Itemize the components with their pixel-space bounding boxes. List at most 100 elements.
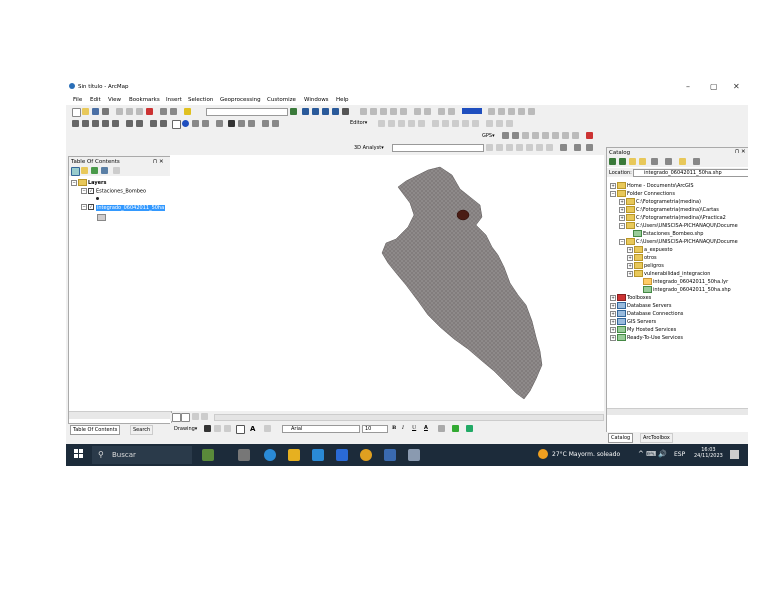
hyperlink-icon[interactable] — [192, 120, 199, 127]
cut-icon[interactable] — [116, 108, 123, 115]
tool-g-icon[interactable] — [438, 108, 445, 115]
tool-a-icon[interactable] — [370, 108, 377, 115]
tool-k-icon[interactable] — [508, 108, 515, 115]
layer-integrado[interactable]: − ✓ integrado_06042011_50ha — [81, 204, 166, 211]
split-icon[interactable] — [462, 120, 469, 127]
catalog-item-ready[interactable]: + Ready-To-Use Services — [610, 334, 683, 341]
font-select[interactable]: Arial — [282, 425, 360, 433]
arcmap-taskbar-icon[interactable] — [384, 449, 396, 461]
collapse-icon[interactable]: − — [81, 188, 87, 194]
drawing-dropdown[interactable]: Drawing▾ — [174, 426, 197, 432]
catalog-item-estaciones-shp[interactable]: Estaciones_Bombeo.shp — [633, 230, 703, 237]
gps-d-icon[interactable] — [532, 132, 539, 139]
full-extent-icon[interactable] — [102, 120, 109, 127]
bold-button[interactable]: B — [392, 425, 396, 431]
create-features-icon[interactable] — [506, 120, 513, 127]
3d-analyst-dropdown[interactable]: 3D Analyst▾ — [354, 145, 384, 151]
new-icon[interactable] — [72, 108, 81, 117]
tab-catalog[interactable]: Catalog — [608, 433, 634, 443]
catalog-window-icon[interactable] — [312, 108, 319, 115]
weather-icon[interactable] — [538, 449, 548, 459]
windows-start-icon[interactable] — [74, 449, 84, 459]
arctoolbox-icon[interactable] — [332, 108, 339, 115]
gps-c-icon[interactable] — [522, 132, 529, 139]
line-tool-icon[interactable] — [264, 425, 271, 432]
menu-insert[interactable]: Insert — [166, 97, 182, 103]
3d-a-icon[interactable] — [486, 144, 493, 151]
layer-visible-checkbox[interactable]: ✓ — [88, 188, 94, 194]
italic-button[interactable]: I — [402, 425, 404, 431]
menu-customize[interactable]: Customize — [267, 97, 296, 103]
edit-annotation-icon[interactable] — [388, 120, 395, 127]
catalog-item-home[interactable]: + Home - Documents\ArcGIS — [610, 182, 694, 189]
copy-icon[interactable] — [126, 108, 133, 115]
3d-h-icon[interactable] — [560, 144, 567, 151]
zoom-whole-page-icon[interactable] — [224, 425, 231, 432]
gps-a-icon[interactable] — [502, 132, 509, 139]
layer-estaciones[interactable]: − ✓ Estaciones_Bombeo — [81, 188, 146, 195]
chrome-icon[interactable] — [360, 449, 372, 461]
location-input[interactable]: integrado_06042011_50ha.shp — [633, 169, 748, 177]
file-explorer-icon[interactable] — [288, 449, 300, 461]
map-horizontal-scrollbar[interactable] — [214, 414, 604, 421]
fixed-zoom-in-icon[interactable] — [112, 120, 119, 127]
menu-help[interactable]: Help — [336, 97, 349, 103]
back-icon[interactable] — [126, 120, 133, 127]
go-to-xy-icon[interactable] — [248, 120, 255, 127]
editor-toolbar-icon[interactable] — [290, 108, 297, 115]
catalog-item-gis-servers[interactable]: + GIS Servers — [610, 318, 656, 325]
refresh-icon[interactable] — [192, 413, 199, 420]
tab-table-of-contents[interactable]: Table Of Contents — [70, 425, 121, 435]
layers-node[interactable]: − Layers — [71, 179, 107, 186]
menu-selection[interactable]: Selection — [188, 97, 213, 103]
app-icon[interactable] — [408, 449, 420, 461]
straight-segment-icon[interactable] — [398, 120, 405, 127]
minimize-button[interactable]: – — [686, 82, 690, 91]
list-by-selection-icon[interactable] — [101, 167, 108, 174]
line-color-icon[interactable] — [452, 425, 459, 432]
catalog-item-practica2[interactable]: + C:\Fotogrametria(medina)\Practica2 — [619, 214, 726, 221]
toc-window-icon[interactable] — [302, 108, 309, 115]
tool-e-icon[interactable] — [414, 108, 421, 115]
pan-icon[interactable] — [92, 120, 99, 127]
collapse-icon[interactable]: − — [71, 179, 77, 186]
python-icon[interactable] — [342, 108, 349, 115]
3d-j-icon[interactable] — [586, 144, 593, 151]
weather-text[interactable]: 27°C Mayorm. soleado — [552, 451, 620, 458]
scale-box[interactable] — [206, 108, 288, 116]
3d-b-icon[interactable] — [496, 144, 503, 151]
options-icon[interactable] — [679, 158, 686, 165]
toc-options-icon[interactable] — [113, 167, 120, 174]
menu-geoprocessing[interactable]: Geoprocessing — [220, 97, 261, 103]
catalog-item-cartas[interactable]: + C:\Fotogrametria(medina)\Cartas — [619, 206, 719, 213]
sketch-properties-icon[interactable] — [496, 120, 503, 127]
connect-folder-icon[interactable] — [651, 158, 658, 165]
gps-h-icon[interactable] — [572, 132, 579, 139]
3d-g-icon[interactable] — [546, 144, 553, 151]
edge-icon[interactable] — [264, 449, 276, 461]
notification-icon[interactable] — [730, 450, 739, 459]
editor-dropdown[interactable]: Editor▾ — [350, 120, 367, 126]
time-slider-icon[interactable] — [262, 120, 269, 127]
map-view[interactable] — [170, 155, 604, 411]
catalog-pin-close-icon[interactable]: ⊓ ✕ — [735, 149, 746, 155]
mail-icon[interactable] — [336, 449, 348, 461]
font-color-button[interactable]: A — [424, 425, 428, 431]
clock[interactable]: 16:03 24/11/2023 — [694, 447, 723, 459]
flag-icon[interactable] — [586, 132, 593, 139]
underline-button[interactable]: U — [412, 425, 416, 431]
edit-tool-icon[interactable] — [378, 120, 385, 127]
edit-vertices-icon[interactable] — [432, 120, 439, 127]
pause-icon[interactable] — [201, 413, 208, 420]
gps-f-icon[interactable] — [552, 132, 559, 139]
catalog-item-db-servers[interactable]: + Database Servers — [610, 302, 671, 309]
layer-color-swatch[interactable] — [462, 108, 482, 114]
tool-f-icon[interactable] — [424, 108, 431, 115]
zoom-out-icon[interactable] — [82, 120, 89, 127]
maximize-button[interactable]: ▢ — [710, 82, 718, 91]
catalog-item-a-expuesto[interactable]: + a_expuesto — [627, 246, 673, 253]
menu-windows[interactable]: Windows — [304, 97, 329, 103]
gps-e-icon[interactable] — [542, 132, 549, 139]
catalog-item-lyr[interactable]: integrado_06042011_50ha.lyr — [643, 278, 728, 285]
html-popup-icon[interactable] — [202, 120, 209, 127]
